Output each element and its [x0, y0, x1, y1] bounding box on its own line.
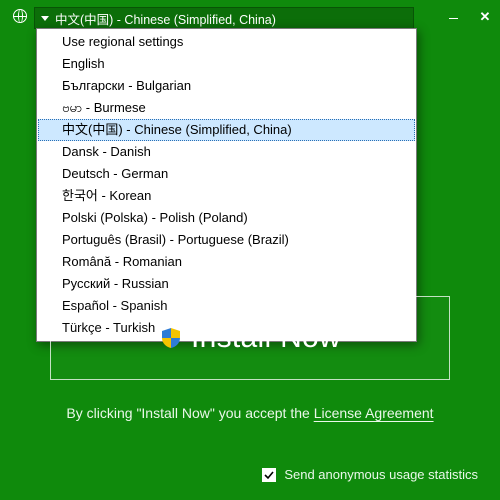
language-option[interactable]: 中文(中国) - Chinese (Simplified, China) — [38, 119, 415, 141]
usage-stats-label: Send anonymous usage statistics — [284, 467, 478, 482]
title-bar: 中文(中国) - Chinese (Simplified, China) — [0, 6, 500, 30]
language-option[interactable]: Română - Romanian — [38, 251, 415, 273]
language-option[interactable]: Български - Bulgarian — [38, 75, 415, 97]
minimize-button[interactable] — [446, 10, 460, 25]
install-button-label: Install Now — [191, 321, 341, 355]
language-dropdown[interactable]: Use regional settingsEnglishБългарски - … — [36, 28, 417, 342]
uac-shield-icon — [159, 326, 183, 350]
checkmark-icon — [263, 469, 275, 481]
usage-stats-row: Send anonymous usage statistics — [262, 467, 478, 482]
language-option[interactable]: Português (Brasil) - Portuguese (Brazil) — [38, 229, 415, 251]
window-controls: ✕ — [446, 6, 492, 28]
language-option[interactable]: ဗမာ - Burmese — [38, 97, 415, 119]
language-option[interactable]: Русский - Russian — [38, 273, 415, 295]
language-option[interactable]: English — [38, 53, 415, 75]
license-agreement-link[interactable]: License Agreement — [314, 405, 434, 421]
language-option[interactable]: Polski (Polska) - Polish (Poland) — [38, 207, 415, 229]
language-option[interactable]: Deutsch - German — [38, 163, 415, 185]
chevron-down-icon — [41, 16, 49, 21]
language-combobox[interactable]: 中文(中国) - Chinese (Simplified, China) — [34, 7, 414, 29]
close-button[interactable]: ✕ — [478, 9, 492, 25]
license-prefix: By clicking "Install Now" you accept the — [66, 405, 313, 421]
license-text: By clicking "Install Now" you accept the… — [0, 405, 500, 421]
usage-stats-checkbox[interactable] — [262, 468, 276, 482]
minimize-icon — [449, 18, 458, 19]
language-option[interactable]: Use regional settings — [38, 31, 415, 53]
language-option[interactable]: 한국어 - Korean — [38, 185, 415, 207]
language-option[interactable]: Dansk - Danish — [38, 141, 415, 163]
language-selected-label: 中文(中国) - Chinese (Simplified, China) — [55, 9, 276, 28]
globe-icon — [6, 9, 34, 28]
install-button[interactable]: Install Now — [50, 296, 450, 380]
